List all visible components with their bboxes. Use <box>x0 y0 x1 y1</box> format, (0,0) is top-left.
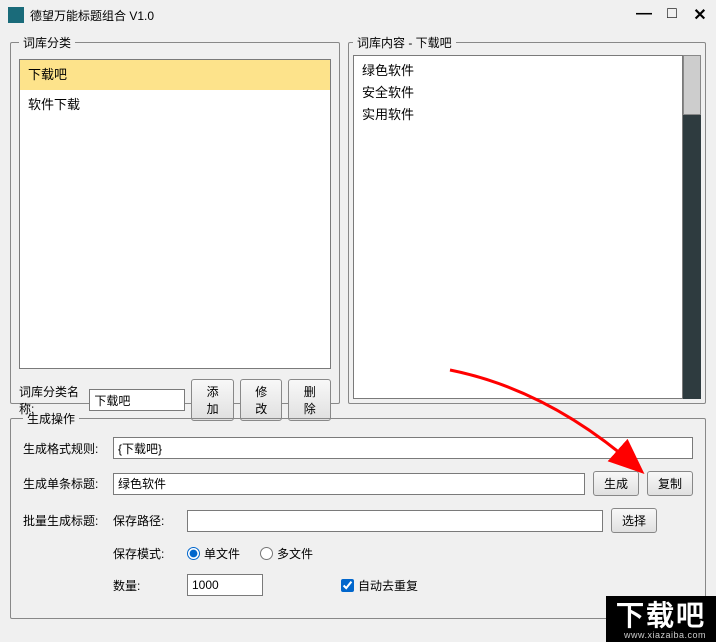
single-title-input[interactable] <box>113 473 585 495</box>
content-item[interactable]: 实用软件 <box>362 104 674 126</box>
rule-input[interactable] <box>113 437 693 459</box>
copy-button[interactable]: 复制 <box>647 471 693 496</box>
scrollbar-thumb[interactable] <box>683 55 701 115</box>
generate-button[interactable]: 生成 <box>593 471 639 496</box>
dedup-checkbox-wrap[interactable]: 自动去重复 <box>341 577 418 594</box>
save-mode-label: 保存模式: <box>113 545 179 562</box>
single-file-radio[interactable] <box>187 547 200 560</box>
category-legend: 词库分类 <box>19 34 75 51</box>
dedup-checkbox[interactable] <box>341 579 354 592</box>
generate-fieldset: 生成操作 生成格式规则: 生成单条标题: 生成 复制 批量生成标题: 保存路径:… <box>10 410 706 619</box>
single-file-label: 单文件 <box>204 545 240 562</box>
minimize-button[interactable]: — <box>636 5 652 25</box>
maximize-button[interactable]: □ <box>664 5 680 25</box>
category-list[interactable]: 下载吧 软件下载 <box>19 59 331 369</box>
save-path-input[interactable] <box>187 510 603 532</box>
window-controls: — □ ✕ <box>636 5 708 25</box>
watermark-url: www.xiazaiba.com <box>616 630 706 640</box>
generate-legend: 生成操作 <box>23 410 79 427</box>
content-scrollbar[interactable] <box>683 55 701 399</box>
category-fieldset: 词库分类 下载吧 软件下载 词库分类名称: 添加 修改 删除 <box>10 34 340 404</box>
multi-file-label: 多文件 <box>277 545 313 562</box>
count-label: 数量: <box>113 577 179 594</box>
close-button[interactable]: ✕ <box>692 5 708 25</box>
content-list[interactable]: 绿色软件 安全软件 实用软件 <box>353 55 683 399</box>
content-item[interactable]: 安全软件 <box>362 82 674 104</box>
rule-label: 生成格式规则: <box>23 440 105 457</box>
select-path-button[interactable]: 选择 <box>611 508 657 533</box>
content-fieldset: 词库内容 - 下载吧 绿色软件 安全软件 实用软件 <box>348 34 706 404</box>
app-icon <box>8 7 24 23</box>
category-name-input[interactable] <box>89 389 185 411</box>
titlebar: 德望万能标题组合 V1.0 — □ ✕ <box>0 0 716 30</box>
content-legend: 词库内容 - 下载吧 <box>353 34 456 51</box>
content-item[interactable]: 绿色软件 <box>362 60 674 82</box>
multi-file-radio-wrap[interactable]: 多文件 <box>260 545 313 562</box>
window-title: 德望万能标题组合 V1.0 <box>30 7 154 24</box>
multi-file-radio[interactable] <box>260 547 273 560</box>
dedup-label: 自动去重复 <box>358 577 418 594</box>
count-input[interactable] <box>187 574 263 596</box>
category-item[interactable]: 软件下载 <box>20 90 330 120</box>
single-file-radio-wrap[interactable]: 单文件 <box>187 545 240 562</box>
category-item[interactable]: 下载吧 <box>20 60 330 90</box>
save-path-label: 保存路径: <box>113 512 179 529</box>
batch-title-label: 批量生成标题: <box>23 512 105 529</box>
single-title-label: 生成单条标题: <box>23 475 105 492</box>
